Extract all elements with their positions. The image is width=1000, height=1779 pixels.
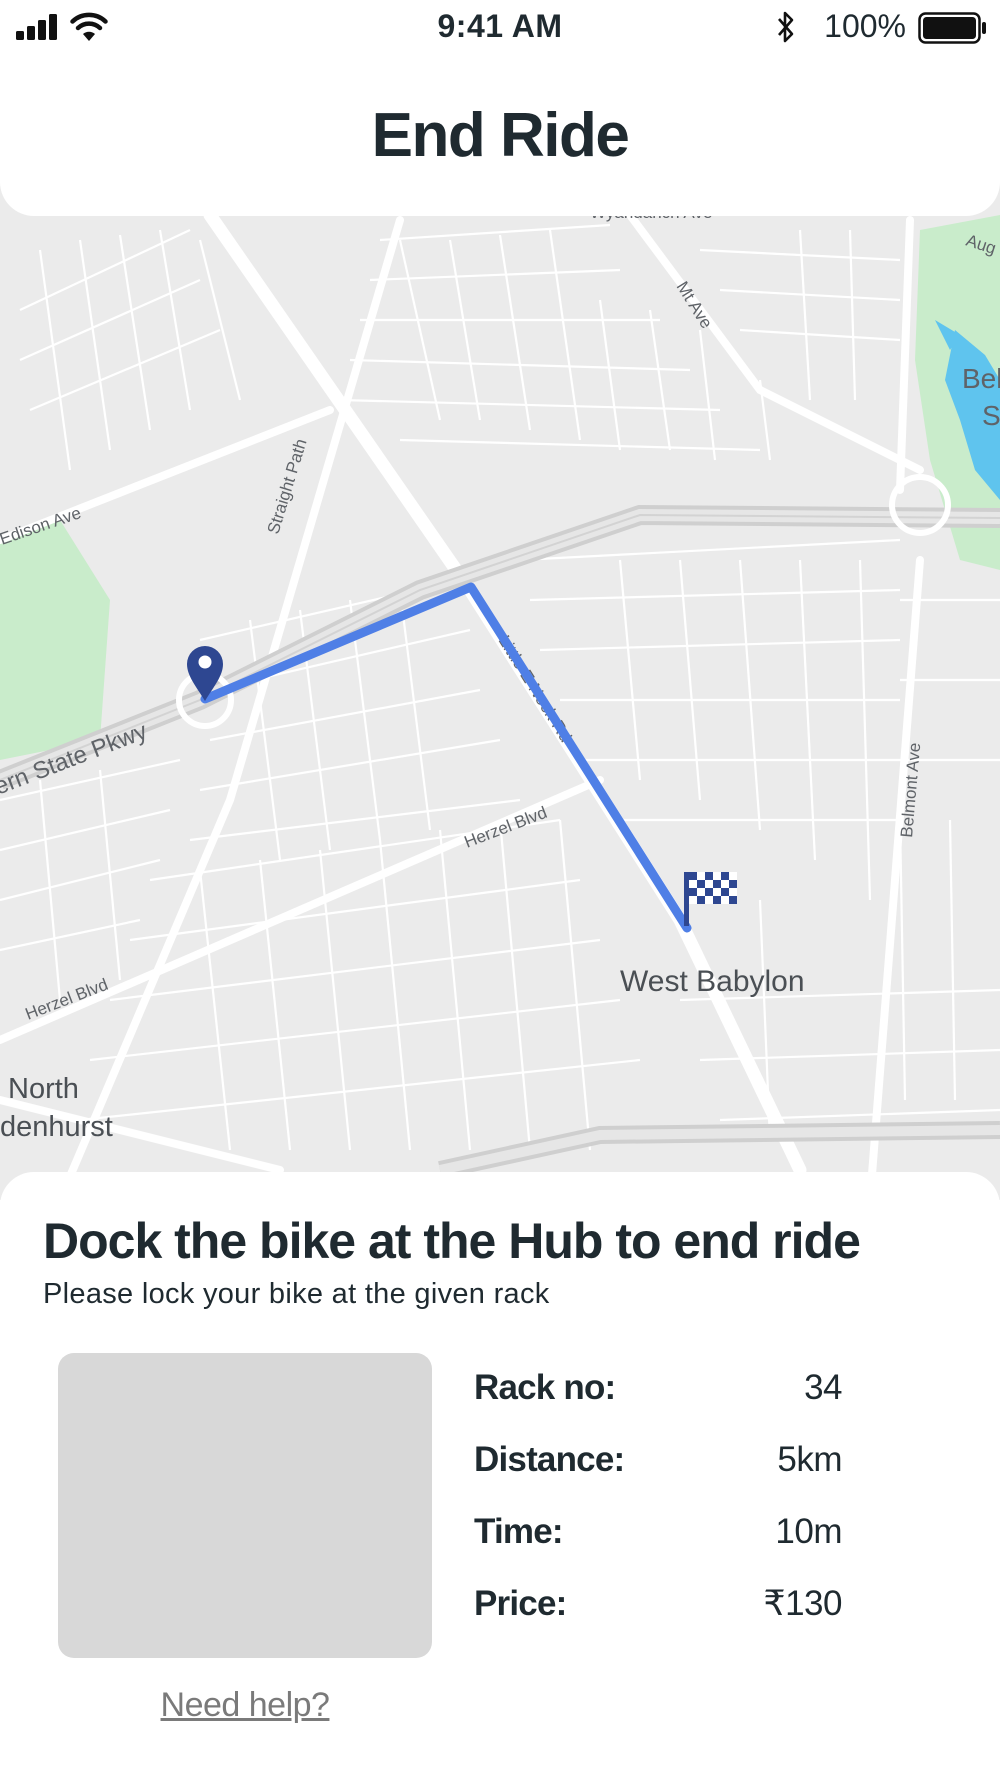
status-bar: 9:41 AM 100% bbox=[0, 0, 1000, 56]
svg-text:Bel: Bel bbox=[962, 363, 1000, 394]
header: End Ride bbox=[0, 56, 1000, 216]
detail-value: 34 bbox=[804, 1368, 842, 1407]
detail-row-rack: Rack no: 34 bbox=[474, 1368, 854, 1440]
detail-value: ₹130 bbox=[763, 1584, 842, 1623]
detail-row-time: Time: 10m bbox=[474, 1512, 854, 1584]
place-label: West Babylon bbox=[620, 965, 805, 998]
detail-value: 10m bbox=[775, 1512, 842, 1551]
bluetooth-icon bbox=[778, 11, 794, 43]
need-help-link[interactable]: Need help? bbox=[0, 1686, 490, 1725]
svg-text:North: North bbox=[8, 1073, 79, 1105]
detail-label: Distance: bbox=[474, 1440, 625, 1479]
svg-text:S: S bbox=[982, 400, 1000, 431]
page-title: End Ride bbox=[371, 101, 630, 170]
ride-summary-sheet: Dock the bike at the Hub to end ride Ple… bbox=[0, 1172, 1000, 1779]
detail-row-distance: Distance: 5km bbox=[474, 1440, 854, 1512]
sheet-subtitle: Please lock your bike at the given rack bbox=[43, 1278, 550, 1310]
detail-label: Time: bbox=[474, 1512, 564, 1551]
sheet-title: Dock the bike at the Hub to end ride bbox=[43, 1213, 861, 1269]
detail-value: 5km bbox=[777, 1440, 842, 1479]
svg-text:denhurst: denhurst bbox=[0, 1111, 113, 1143]
ride-details: Rack no: 34 Distance: 5km Time: 10m Pric… bbox=[474, 1368, 854, 1656]
detail-label: Rack no: bbox=[474, 1368, 616, 1407]
battery-percent: 100% bbox=[824, 8, 906, 44]
detail-label: Price: bbox=[474, 1584, 567, 1623]
rack-photo-placeholder bbox=[58, 1353, 432, 1658]
battery-icon bbox=[918, 12, 986, 44]
detail-row-price: Price: ₹130 bbox=[474, 1584, 854, 1656]
